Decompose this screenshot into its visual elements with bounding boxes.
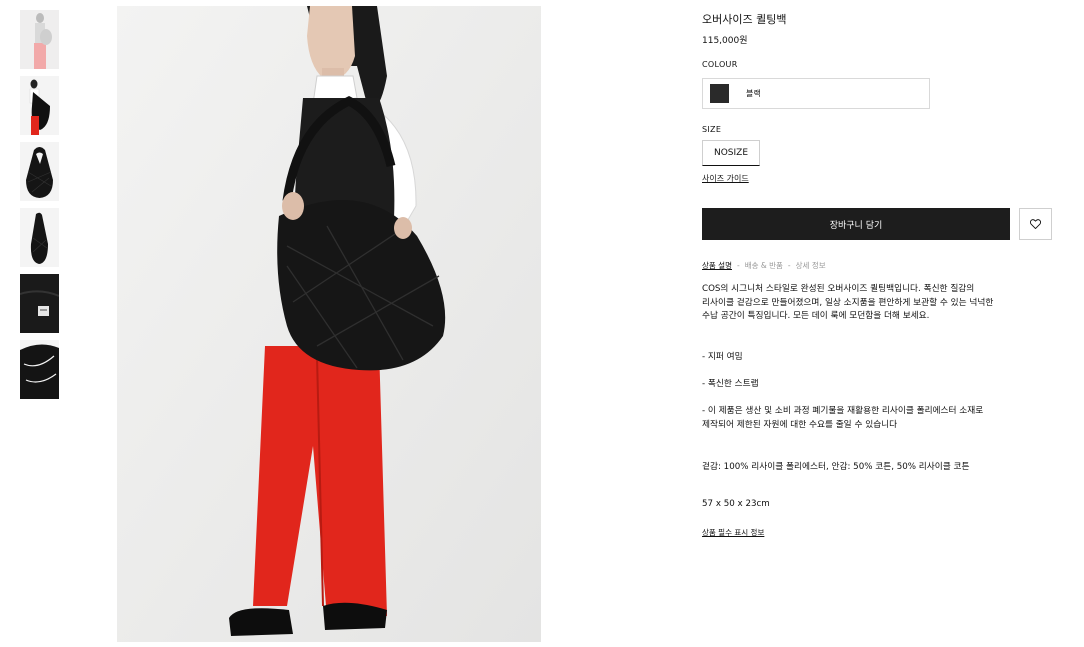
heart-icon: [1030, 219, 1041, 229]
thumbnail-model-side-image: [20, 76, 59, 135]
product-description: COS의 시그니처 스타일로 완성된 오버사이즈 퀼팅백입니다. 폭신한 질감의…: [702, 283, 1047, 324]
description-line: 리사이클 겉감으로 만들어졌으며, 일상 소지품을 편안하게 보관할 수 있는 …: [702, 297, 994, 308]
thumbnail-2[interactable]: [20, 76, 59, 135]
thumbnail-3[interactable]: [20, 142, 59, 201]
tab-separator: -: [736, 261, 740, 270]
product-info-panel: 오버사이즈 퀼팅백 115,000원 COLOUR 블랙 SIZE NOSIZE…: [702, 10, 1052, 537]
tab-separator: -: [787, 261, 791, 270]
product-price: 115,000원: [702, 36, 748, 46]
thumbnail-list: [20, 10, 60, 406]
feature-recycled-line: 제작되어 제한된 자원에 대한 수요를 줄일 수 있습니다: [702, 419, 898, 430]
thumbnail-bag-front-image: [20, 142, 59, 201]
colour-selector[interactable]: 블랙: [702, 78, 930, 109]
product-dimensions: 57 x 50 x 23cm: [702, 499, 770, 509]
info-tabs: 상품 설명 - 배송 & 반품 - 상세 정보: [702, 260, 826, 271]
feature-zipper: - 지퍼 여밈: [702, 352, 743, 362]
thumbnail-bag-side-image: [20, 208, 59, 267]
size-option-button[interactable]: NOSIZE: [702, 140, 760, 166]
thumbnail-bag-detail-image: [20, 340, 59, 399]
thumbnail-4[interactable]: [20, 208, 59, 267]
add-to-cart-button[interactable]: 장바구니 담기: [702, 208, 1010, 240]
description-line: COS의 시그니처 스타일로 완성된 오버사이즈 퀼팅백입니다. 폭신한 질감의: [702, 284, 975, 294]
feature-strap: - 폭신한 스트랩: [702, 379, 759, 389]
thumbnail-6[interactable]: [20, 340, 59, 399]
colour-label: COLOUR: [702, 60, 738, 69]
colour-swatch: [710, 84, 729, 103]
material-composition: 겉감: 100% 리사이클 폴리에스터, 안감: 50% 코튼, 50% 리사이…: [702, 462, 970, 472]
feature-recycled-line: - 이 제품은 생산 및 소비 과정 폐기물을 재활용한 리사이클 폴리에스터 …: [702, 406, 984, 416]
main-product-image[interactable]: [117, 6, 541, 642]
mandatory-info-link[interactable]: 상품 필수 표시 정보: [702, 527, 764, 538]
size-label: SIZE: [702, 125, 722, 134]
product-title: 오버사이즈 퀼팅백: [702, 13, 787, 26]
tab-product-description[interactable]: 상품 설명: [702, 261, 732, 270]
tab-details[interactable]: 상세 정보: [796, 261, 826, 270]
colour-name: 블랙: [746, 89, 761, 98]
size-guide-link[interactable]: 사이즈 가이드: [702, 173, 749, 184]
thumbnail-1[interactable]: [20, 10, 59, 69]
tab-shipping-returns[interactable]: 배송 & 반품: [745, 261, 783, 270]
feature-recycled: - 이 제품은 생산 및 소비 과정 폐기물을 재활용한 리사이클 폴리에스터 …: [702, 405, 1047, 432]
thumbnail-5[interactable]: [20, 274, 59, 333]
description-line: 수납 공간이 특징입니다. 모든 데이 룩에 모던함을 더해 보세요.: [702, 311, 930, 321]
wishlist-button[interactable]: [1019, 208, 1052, 240]
model-with-bag-illustration: [117, 6, 541, 642]
thumbnail-bag-interior-image: [20, 274, 59, 333]
thumbnail-model-front-image: [20, 10, 59, 69]
